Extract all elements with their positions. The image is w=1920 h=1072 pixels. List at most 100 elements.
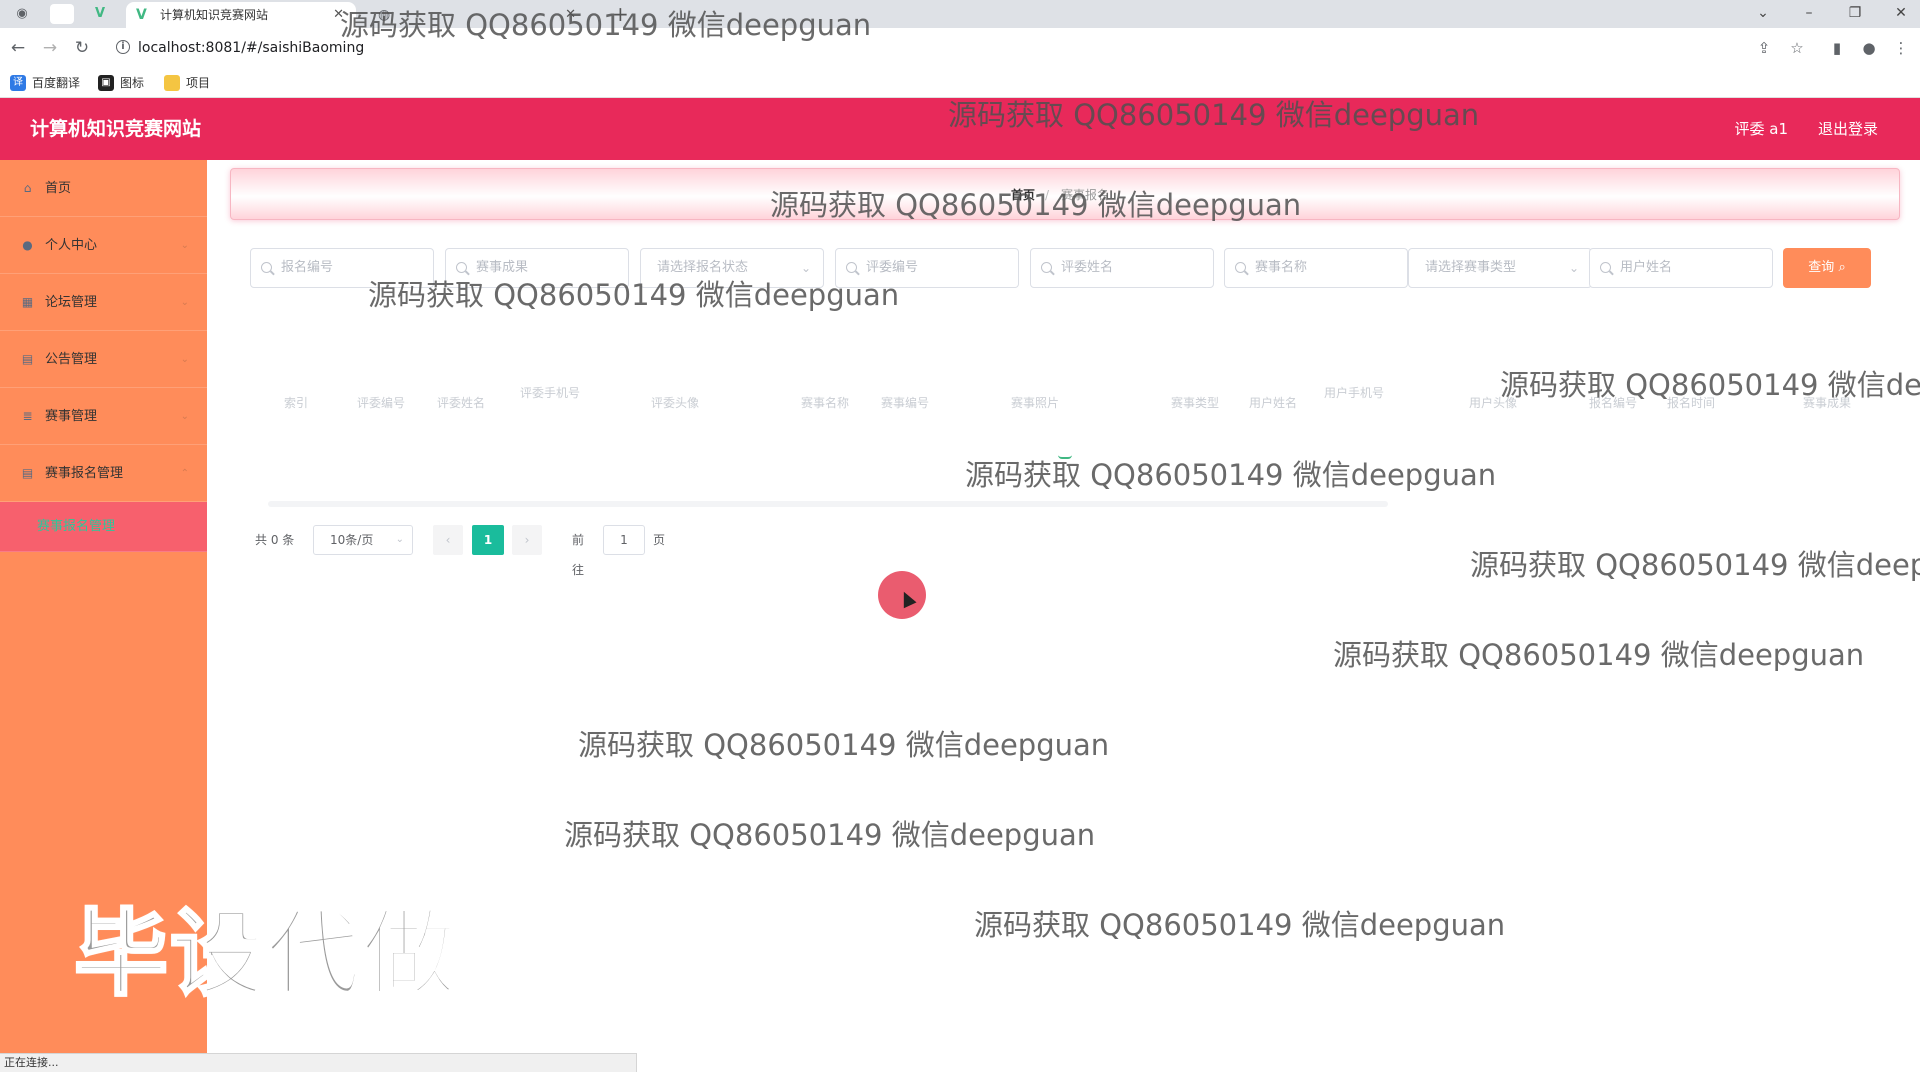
restore-icon[interactable]: ❐ [1832, 0, 1878, 28]
page-number-current[interactable]: 1 [472, 525, 504, 555]
chevron-down-icon: ⌄ [180, 411, 189, 422]
vue-favicon-icon: V [136, 7, 147, 23]
goto-page-input[interactable]: 1 [603, 525, 645, 555]
app-title: 计算机知识竞赛网站 [30, 118, 202, 140]
column-header: 赛事名称 [800, 396, 849, 410]
column-header: 评委头像 [650, 396, 699, 410]
image-icon: ▣ [98, 75, 114, 91]
user-name-input[interactable]: 用户姓名 [1589, 248, 1773, 288]
breadcrumb-home[interactable]: 首页 [1011, 169, 1035, 221]
column-header: 评委编号 [356, 396, 405, 410]
search-icon [846, 262, 857, 273]
minimize-icon[interactable]: – [1786, 0, 1832, 28]
tab-active[interactable]: V 计算机知识竞赛网站 ✕ [126, 2, 356, 28]
search-icon [1235, 262, 1246, 273]
judge-name-input[interactable]: 评委姓名 [1030, 248, 1214, 288]
prev-page-button[interactable]: ‹ [433, 525, 463, 555]
column-header: 赛事成果 [1802, 396, 1851, 410]
share-icon[interactable]: ⇪ [1753, 37, 1775, 59]
watermark-text: 源码获取 QQ86050149 微信deepguan [965, 458, 1497, 492]
chevron-down-icon: ⌄ [180, 354, 189, 365]
profile-icon[interactable]: ● [1858, 37, 1880, 59]
tab-list-chevron-icon[interactable]: ⌄ [1740, 0, 1786, 28]
next-page-button[interactable]: › [512, 525, 542, 555]
search-icon [1600, 262, 1611, 273]
url-omnibox[interactable]: i localhost:8081/#/saishiBaoming [106, 33, 1766, 63]
page-size-value: 10条/页 [330, 533, 374, 547]
user-icon: ● [22, 238, 33, 252]
close-tab-icon[interactable]: ✕ [333, 2, 344, 28]
watermark-text: 源码获取 QQ86050149 微信deepguan [1470, 548, 1920, 582]
current-user: 评委 a1 [1734, 120, 1788, 138]
sidebar-item-forum[interactable]: ▦ 论坛管理 ⌄ [0, 274, 207, 331]
event-type-select[interactable]: 请选择赛事类型 ⌄ [1408, 248, 1592, 288]
search-icon [456, 262, 467, 273]
event-name-input[interactable]: 赛事名称 [1224, 248, 1408, 288]
page-size-select[interactable]: 10条/页 ⌄ [313, 525, 413, 555]
query-button[interactable]: 查询 ⌕ [1783, 248, 1871, 288]
close-tab-icon[interactable]: ✕ [565, 2, 576, 28]
watermark-text: 源码获取 QQ86050149 微信deepguan [578, 728, 1110, 762]
sidebar-item-notice[interactable]: ▤ 公告管理 ⌄ [0, 331, 207, 388]
sidebar-item-home[interactable]: ⌂ 首页 [0, 160, 207, 217]
judge-no-input[interactable]: 评委编号 [835, 248, 1019, 288]
logout-link[interactable]: 退出登录 [1818, 98, 1878, 160]
tab-search-icon[interactable]: ◉ [12, 4, 32, 24]
registration-no-input[interactable]: 报名编号 [250, 248, 434, 288]
tab-second[interactable]: ◍ ✕ [368, 2, 588, 28]
column-header: 赛事类型 [1170, 396, 1219, 410]
registration-status-select[interactable]: 请选择报名状态 ⌄ [640, 248, 824, 288]
pinned-tab[interactable] [50, 4, 74, 24]
placeholder: 评委姓名 [1061, 260, 1114, 275]
goto-label: 前往 [572, 533, 585, 577]
new-tab-icon[interactable]: + [612, 2, 629, 26]
watermark-text: 源码获取 QQ86050149 微信deepguan [974, 908, 1506, 942]
bookmarks-bar: 译 百度翻译 ▣ 图标 项目 [0, 68, 1920, 98]
app-header: 计算机知识竞赛网站 评委 a1 退出登录 [0, 98, 1920, 160]
column-header: 报名时间 [1666, 396, 1715, 410]
vue-pinned-tab-icon[interactable]: V [90, 4, 110, 24]
sidebar-item-event[interactable]: ≣ 赛事管理 ⌄ [0, 388, 207, 445]
side-panel-icon[interactable]: ▮ [1826, 37, 1848, 59]
url-text[interactable]: localhost:8081/#/saishiBaoming [138, 33, 364, 63]
placeholder: 用户姓名 [1620, 260, 1673, 275]
back-icon[interactable]: ← [6, 36, 30, 60]
sidebar-item-label: 论坛管理 [45, 295, 98, 310]
placeholder: 赛事名称 [1255, 260, 1308, 275]
folder-icon [164, 75, 180, 91]
sidebar-item-registration[interactable]: ▤ 赛事报名管理 ⌃ [0, 445, 207, 502]
site-info-icon[interactable]: i [116, 40, 130, 54]
bookmark-item[interactable]: 译 百度翻译 [10, 74, 80, 92]
column-header: 用户头像 [1468, 396, 1517, 410]
table-horizontal-scrollbar[interactable] [262, 500, 1872, 508]
bookmark-item[interactable]: ▣ 图标 [98, 74, 144, 92]
sidebar-item-label: 个人中心 [45, 238, 98, 253]
bookmark-item[interactable]: 项目 [164, 74, 210, 92]
menu-kebab-icon[interactable]: ⋮ [1890, 37, 1912, 59]
bookmark-star-icon[interactable]: ☆ [1786, 37, 1808, 59]
sidebar-item-label: 赛事报名管理 [45, 466, 124, 481]
watermark-text: 源码获取 QQ86050149 微信deepguan [564, 818, 1096, 852]
sidebar-subitem-registration[interactable]: 赛事报名管理 [0, 502, 207, 552]
scrollbar-thumb[interactable] [268, 501, 1388, 507]
chevron-down-icon: ⌄ [395, 534, 404, 545]
column-header: 赛事编号 [880, 396, 929, 410]
forward-icon[interactable]: → [38, 36, 62, 60]
chevron-down-icon: ⌄ [180, 240, 189, 251]
sidebar-item-label: 赛事管理 [45, 409, 98, 424]
placeholder: 评委编号 [866, 260, 919, 275]
event-result-input[interactable]: 赛事成果 [445, 248, 629, 288]
bookmark-label: 项目 [186, 76, 211, 90]
sidebar-item-profile[interactable]: ● 个人中心 ⌄ [0, 217, 207, 274]
address-bar: ← → ↻ i localhost:8081/#/saishiBaoming ⇪… [0, 28, 1920, 68]
reload-icon[interactable]: ↻ [70, 36, 94, 60]
placeholder: 请选择赛事类型 [1425, 260, 1517, 275]
column-header: 报名编号 [1588, 396, 1637, 410]
browser-status-bar: 正在连接... [0, 1053, 637, 1072]
home-icon: ⌂ [23, 181, 32, 195]
column-header: 评委手机号 [520, 386, 581, 400]
chevron-down-icon: ⌄ [180, 297, 189, 308]
close-window-icon[interactable]: ✕ [1878, 0, 1920, 28]
browser-tab-strip: ◉ V V 计算机知识竞赛网站 ✕ ◍ ✕ + ⌄ – ❐ ✕ [0, 0, 1920, 28]
grid-icon: ▦ [21, 295, 34, 309]
